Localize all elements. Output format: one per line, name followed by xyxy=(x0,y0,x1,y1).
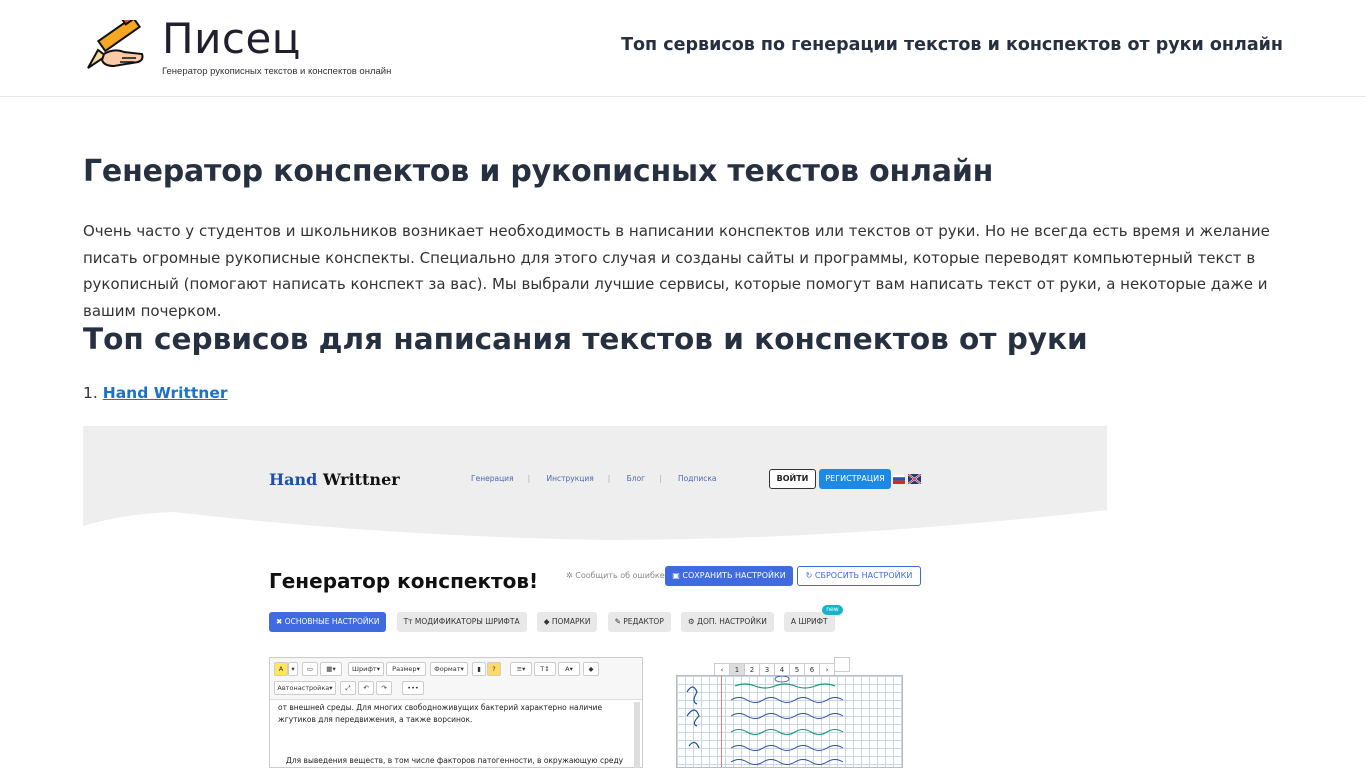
format-select: Формат▾ xyxy=(430,662,468,676)
site-title[interactable]: Писец xyxy=(162,14,301,64)
hand-writing-logo-icon[interactable] xyxy=(84,20,146,72)
font-select: Шрифт▾ xyxy=(348,662,384,676)
format-select-label: Формат xyxy=(434,665,461,673)
hw-pager: ‹ 1 2 3 4 5 6 › xyxy=(714,657,850,678)
hw-nav-item: Генерация xyxy=(471,474,514,483)
eraser-icon: ◆ xyxy=(583,662,599,676)
line-height-icon: T↕ xyxy=(534,662,556,676)
table-icon: ▦▾ xyxy=(320,662,342,676)
align-icon: ≡▾ xyxy=(510,662,532,676)
list-item: 1. Hand Writtner xyxy=(83,384,227,402)
hw-generator-title: Генератор конспектов! xyxy=(269,569,539,593)
size-select: Размер▾ xyxy=(386,662,426,676)
autosettings-select: Автонастройка▾ xyxy=(274,681,336,695)
hw-tab-label: ОСНОВНЫЕ НАСТРОЙКИ xyxy=(284,617,380,626)
hw-save-settings-button: ▣ СОХРАНИТЬ НАСТРОЙКИ xyxy=(665,566,793,586)
image-icon: ▭ xyxy=(302,662,318,676)
top-services-link[interactable]: Топ сервисов по генерации текстов и конс… xyxy=(621,35,1283,55)
hw-tab-label: ПОМАРКИ xyxy=(551,617,591,626)
hw-text-editor: A ▾ ▭ ▦▾ Шрифт▾ Размер▾ Формат▾ ▮ ? ≡▾ T… xyxy=(269,657,643,768)
intro-paragraph: Очень часто у студентов и школьников воз… xyxy=(83,222,1270,320)
list-number: 1. xyxy=(83,384,98,402)
hw-tab: ✖ ОСНОВНЫЕ НАСТРОЙКИ xyxy=(269,612,387,632)
hw-tab: ✎ РЕДАКТОР xyxy=(607,612,671,632)
hw-logo-part1: Hand xyxy=(269,470,318,489)
refresh-icon: ↻ xyxy=(805,571,813,580)
hw-tab: ◆ ПОМАРКИ xyxy=(536,612,598,632)
chevron-down-icon: ▾ xyxy=(288,662,298,676)
nav-separator: | xyxy=(527,474,531,483)
eraser-icon: ◆ xyxy=(543,617,550,626)
hw-login-button: ВОЙТИ xyxy=(769,469,816,489)
help-icon: ? xyxy=(487,662,501,676)
bug-icon: ✲ xyxy=(566,571,573,580)
text-size-icon: Tт xyxy=(403,617,413,626)
services-list: 1. Hand Writtner xyxy=(83,384,227,402)
site-header: Писец Генератор рукописных текстов и кон… xyxy=(0,0,1366,97)
font-select-label: Шрифт xyxy=(352,665,377,673)
hw-tab-label: РЕДАКТОР xyxy=(623,617,664,626)
hw-settings-tabs: ✖ ОСНОВНЫЕ НАСТРОЙКИ Tт МОДИФИКАТОРЫ ШРИ… xyxy=(269,605,843,632)
wave-divider xyxy=(83,510,1107,566)
page-title: Генератор конспектов и рукописных тексто… xyxy=(83,154,994,189)
handwritten-page xyxy=(676,675,903,768)
site-tagline: Генератор рукописных текстов и конспекто… xyxy=(162,66,392,77)
trash-icon: ▮ xyxy=(472,662,486,676)
section-title: Топ сервисов для написания текстов и кон… xyxy=(83,322,1088,356)
font-icon: A xyxy=(790,617,797,626)
hw-tab: Tт МОДИФИКАТОРЫ ШРИФТА xyxy=(396,612,527,632)
gear-icon: ⚙ xyxy=(687,617,695,626)
hw-save-label: СОХРАНИТЬ НАСТРОЙКИ xyxy=(682,571,786,580)
font-size-icon: A▾ xyxy=(558,662,580,676)
hw-reset-label: СБРОСИТЬ НАСТРОЙКИ xyxy=(814,571,913,580)
hw-tab-label: МОДИФИКАТОРЫ ШРИФТА xyxy=(414,617,520,626)
hw-tab: A ШРИФТ new xyxy=(783,605,843,632)
nav-separator: | xyxy=(659,474,662,483)
hw-tab-label: ДОП. НАСТРОЙКИ xyxy=(697,617,767,626)
page-blank xyxy=(834,657,850,672)
hw-nav-item: Инструкция xyxy=(546,474,594,483)
redo-icon: ↷ xyxy=(376,681,392,695)
hw-register-button: РЕГИСТРАЦИЯ xyxy=(819,469,891,489)
hw-report-label: Сообщить об ошибке xyxy=(575,571,665,580)
save-icon: ▣ xyxy=(672,571,680,580)
text-color-icon: A xyxy=(274,662,288,676)
fullscreen-icon: ⤢ xyxy=(340,681,356,695)
hw-logo: Hand Writtner xyxy=(269,470,400,489)
hw-nav-item: Блог xyxy=(626,474,646,483)
language-flags-icon xyxy=(893,474,921,484)
autosettings-label: Автонастройка xyxy=(277,684,330,692)
hw-editor-text-2: Для выведения веществ, в том числе факто… xyxy=(286,756,624,765)
hw-handwriting-preview: ‹ 1 2 3 4 5 6 › xyxy=(676,657,903,768)
hw-editor-toolbar: A ▾ ▭ ▦▾ Шрифт▾ Размер▾ Формат▾ ▮ ? ≡▾ T… xyxy=(270,658,642,700)
hw-nav-item: Подписка xyxy=(678,474,717,483)
hw-report-error: ✲ Сообщить об ошибке xyxy=(566,571,665,580)
hw-editor-scrollbar xyxy=(634,702,640,768)
hw-nav: Генерация | Инструкция | Блог | Подписка xyxy=(471,474,744,483)
handwriting-scribbles xyxy=(686,676,844,765)
undo-icon: ↶ xyxy=(358,681,374,695)
nav-separator: | xyxy=(607,474,611,483)
new-badge: new xyxy=(822,605,843,615)
hw-logo-part2: Writtner xyxy=(322,470,400,489)
size-select-label: Размер xyxy=(392,665,417,673)
hand-writtner-screenshot: Hand Writtner Генерация | Инструкция | Бло… xyxy=(83,426,1107,768)
hw-reset-settings-button: ↻ СБРОСИТЬ НАСТРОЙКИ xyxy=(797,566,921,586)
more-icon: ••• xyxy=(402,681,424,695)
hand-writtner-link[interactable]: Hand Writtner xyxy=(103,384,228,402)
brush-icon: ✎ xyxy=(614,617,621,626)
tools-icon: ✖ xyxy=(276,617,283,626)
hw-tab-label: ШРИФТ xyxy=(798,617,828,626)
hw-tab: ⚙ ДОП. НАСТРОЙКИ xyxy=(680,612,774,632)
hw-editor-text: от внешней среды. Для многих свободножив… xyxy=(278,703,603,724)
